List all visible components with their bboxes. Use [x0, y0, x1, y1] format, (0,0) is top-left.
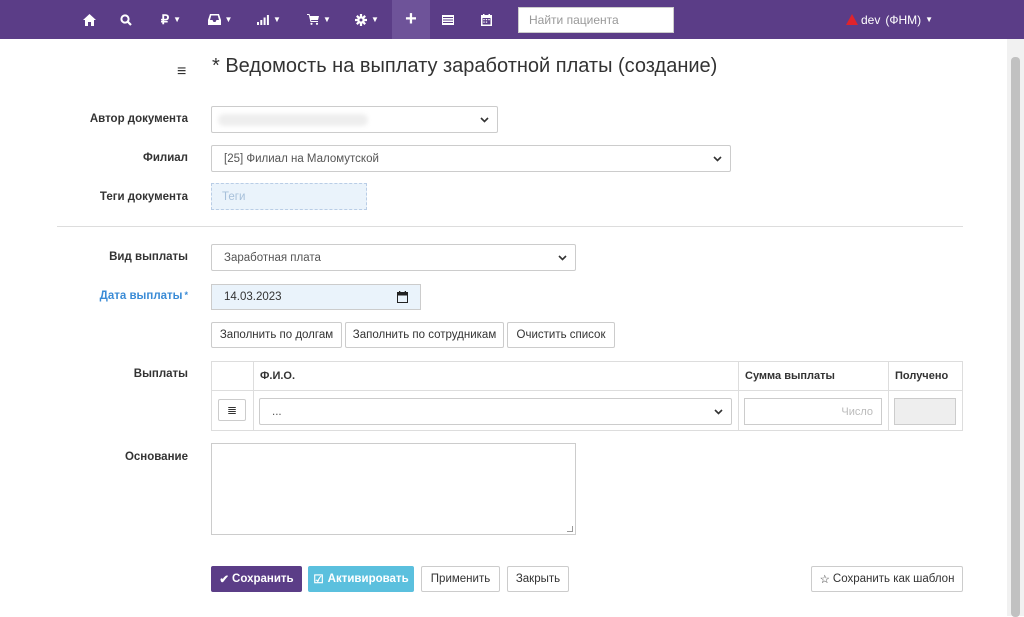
payments-label: Выплаты — [133, 368, 188, 380]
activate-button-label: Активировать — [327, 573, 409, 585]
basis-textarea[interactable] — [211, 443, 576, 535]
chevron-down-icon: ▼ — [224, 15, 233, 24]
column-divider — [738, 362, 739, 430]
row-menu-icon[interactable]: ≣ — [218, 399, 246, 421]
resize-handle[interactable] — [567, 526, 573, 532]
column-divider — [888, 362, 889, 430]
top-navbar: ₽▼ ▼ ▼ ▼ ▼ + dev (ФНМ) ▼ — [0, 0, 1024, 39]
payment-type-label: Вид выплаты — [109, 251, 188, 263]
menu-toggle-icon[interactable]: ≡ — [177, 63, 186, 81]
user-menu[interactable]: dev (ФНМ) ▼ — [846, 0, 933, 39]
payment-date-input[interactable]: 14.03.2023 — [211, 284, 421, 310]
divider — [57, 226, 963, 227]
employee-value: ... — [272, 405, 282, 418]
column-divider — [253, 362, 254, 430]
check-icon: ✔ — [219, 574, 230, 586]
search-icon[interactable] — [116, 0, 136, 39]
close-button[interactable]: Закрыть — [507, 566, 569, 592]
required-mark: * — [184, 290, 188, 300]
tags-label: Теги документа — [99, 191, 188, 203]
chevron-down-icon: ▼ — [273, 15, 281, 24]
settings-menu[interactable]: ▼ — [352, 0, 382, 39]
column-header-name: Ф.И.О. — [260, 370, 296, 382]
author-select[interactable] — [211, 106, 498, 133]
star-icon: ☆ — [819, 574, 830, 586]
gear-icon — [355, 13, 368, 26]
reports-menu[interactable]: ▼ — [254, 0, 284, 39]
clear-list-button[interactable]: Очистить список — [507, 322, 615, 348]
branch-select[interactable]: [25] Филиал на Маломутской — [211, 145, 731, 172]
chevron-down-icon — [480, 117, 489, 123]
chevron-down-icon: ▼ — [323, 15, 331, 24]
page-title: * Ведомость на выплату заработной платы … — [212, 55, 718, 77]
save-as-template-button[interactable]: ☆ Сохранить как шаблон — [811, 566, 963, 592]
table-header-row — [212, 362, 962, 391]
branch-label: Филиал — [143, 152, 188, 164]
calendar-icon[interactable] — [478, 0, 494, 39]
user-role: (ФНМ) — [885, 12, 922, 27]
chevron-down-icon — [558, 255, 567, 261]
cart-icon — [307, 14, 320, 25]
received-field — [894, 398, 956, 425]
payment-type-value: Заработная плата — [224, 251, 321, 264]
patient-search-input[interactable] — [518, 7, 674, 33]
inbox-icon — [207, 14, 221, 25]
scrollbar[interactable] — [1007, 39, 1024, 617]
list-icon[interactable] — [440, 0, 456, 39]
check-square-icon: ☑ — [313, 574, 324, 586]
warning-icon — [846, 14, 858, 25]
save-as-template-label: Сохранить как шаблон — [832, 573, 955, 585]
payment-date-value: 14.03.2023 — [224, 291, 282, 303]
column-header-sum: Сумма выплаты — [745, 370, 835, 382]
scrollbar-thumb[interactable] — [1011, 57, 1020, 617]
user-name: dev — [861, 12, 881, 27]
signal-icon — [257, 14, 269, 25]
ruble-icon: ₽ — [160, 11, 170, 27]
payment-date-label: Дата выплаты * — [0, 290, 188, 302]
activate-button[interactable]: ☑ Активировать — [308, 566, 414, 592]
plus-icon[interactable]: + — [392, 0, 430, 39]
save-button[interactable]: ✔ Сохранить — [211, 566, 302, 592]
save-button-label: Сохранить — [232, 573, 294, 585]
author-label: Автор документа — [89, 113, 188, 125]
apply-button[interactable]: Применить — [421, 566, 500, 592]
payment-sum-input[interactable]: Число — [744, 398, 882, 425]
ruble-menu[interactable]: ₽ ▼ — [156, 0, 186, 39]
chevron-down-icon: ▼ — [173, 15, 182, 24]
chevron-down-icon — [713, 156, 722, 162]
payment-type-select[interactable]: Заработная плата — [211, 244, 576, 271]
branch-value: [25] Филиал на Маломутской — [224, 152, 379, 165]
chevron-down-icon: ▼ — [925, 15, 934, 24]
fill-by-debts-button[interactable]: Заполнить по долгам — [211, 322, 342, 348]
payment-date-label-text: Дата выплаты — [99, 290, 183, 302]
home-icon[interactable] — [78, 0, 100, 39]
chevron-down-icon: ▼ — [371, 15, 379, 24]
fill-by-employees-button[interactable]: Заполнить по сотрудникам — [345, 322, 504, 348]
tags-input[interactable]: Теги — [211, 183, 367, 210]
cart-menu[interactable]: ▼ — [304, 0, 334, 39]
inbox-menu[interactable]: ▼ — [204, 0, 236, 39]
calendar-icon[interactable] — [397, 291, 408, 303]
payments-table: Ф.И.О. Сумма выплаты Получено ≣ ... Числ… — [211, 361, 963, 431]
chevron-down-icon — [714, 409, 723, 415]
employee-select[interactable]: ... — [259, 398, 732, 425]
column-header-received: Получено — [895, 370, 949, 382]
author-blurred-value — [218, 114, 368, 126]
basis-label: Основание — [124, 451, 188, 463]
